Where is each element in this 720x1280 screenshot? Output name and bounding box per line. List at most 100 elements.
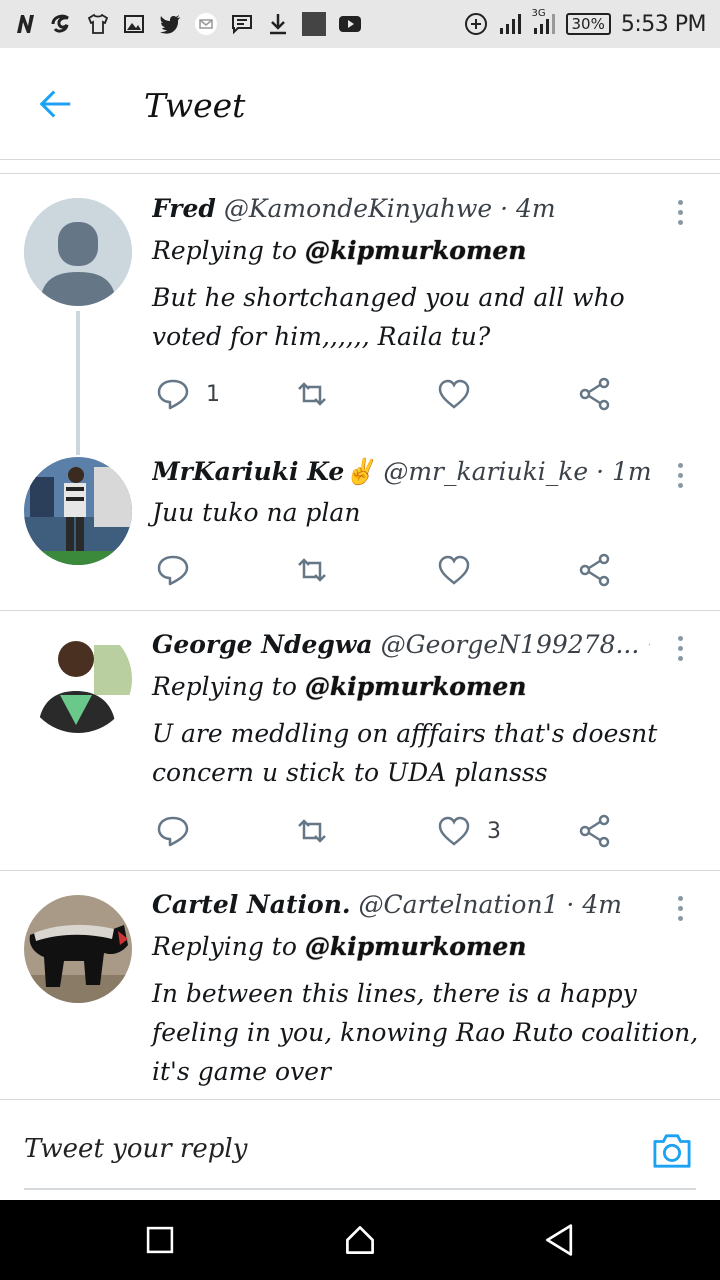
tweet-actions xyxy=(152,550,622,590)
tweet-item[interactable]: Fred @KamondeKinyahwe · 4m Replying to @… xyxy=(0,175,720,455)
tweet-text: In between this lines, there is a happy … xyxy=(152,979,699,1086)
reply-button[interactable]: 1 xyxy=(156,374,220,414)
triangle-back-icon xyxy=(546,1224,573,1256)
tweet-item[interactable]: Cartel Nation. @Cartelnation1 · 4m Reply… xyxy=(0,871,720,1099)
avatar[interactable] xyxy=(24,895,132,1003)
signal-icon xyxy=(498,12,522,36)
share-button[interactable] xyxy=(578,811,612,851)
share-icon xyxy=(579,814,610,848)
default-avatar-icon xyxy=(24,198,132,306)
tweet-text: U are meddling on afffairs that's doesnt… xyxy=(152,719,658,787)
tweet-actions: 1 xyxy=(152,374,622,414)
share-button[interactable] xyxy=(578,550,612,590)
share-icon xyxy=(579,553,610,587)
author-name[interactable]: George Ndegwa xyxy=(152,630,373,659)
home-button[interactable] xyxy=(340,1220,380,1260)
replying-to: Replying to @kipmurkomen xyxy=(152,672,526,701)
download-icon xyxy=(266,12,290,36)
reply-button[interactable] xyxy=(156,550,206,590)
recent-apps-button[interactable] xyxy=(140,1220,180,1260)
tweet-text: Juu tuko na plan xyxy=(152,498,361,527)
tweet-item[interactable]: George Ndegwa @GeorgeN199278... · 7m Rep… xyxy=(0,611,720,870)
replying-to-label: Replying to xyxy=(152,236,297,265)
replying-to: Replying to @kipmurkomen xyxy=(152,236,526,265)
retweet-icon xyxy=(298,558,326,582)
retweet-button[interactable] xyxy=(295,374,329,414)
retweet-icon xyxy=(298,819,326,843)
clock: 5:53 PM xyxy=(620,11,707,37)
retweet-button[interactable] xyxy=(295,811,329,851)
author-name[interactable]: Cartel Nation. xyxy=(152,890,351,919)
heart-icon xyxy=(438,816,470,846)
author-handle[interactable]: @mr_kariuki_ke xyxy=(383,457,588,486)
app-header: Tweet xyxy=(0,48,720,160)
network-type: 3G xyxy=(531,8,546,19)
more-options-button[interactable] xyxy=(670,194,690,230)
tweet-time: 4m xyxy=(516,194,556,223)
like-button[interactable] xyxy=(437,550,487,590)
author-handle[interactable]: @Cartelnation1 xyxy=(359,890,559,919)
like-button[interactable] xyxy=(437,374,487,414)
tshirt-icon xyxy=(86,12,110,36)
back-nav-button[interactable] xyxy=(540,1220,580,1260)
tweet-header: George Ndegwa @GeorgeN199278... · 7m xyxy=(152,630,650,666)
reply-icon xyxy=(157,555,189,586)
replying-to-label: Replying to xyxy=(152,932,297,961)
like-count: 3 xyxy=(487,818,501,844)
avatar[interactable] xyxy=(24,457,132,565)
tweet-actions: 3 xyxy=(152,811,622,851)
more-options-button[interactable] xyxy=(670,457,690,493)
notification-n-icon xyxy=(14,12,38,36)
avatar[interactable] xyxy=(24,625,132,733)
square-nav-icon xyxy=(146,1226,174,1254)
youtube-icon xyxy=(338,12,362,36)
replying-to: Replying to @kipmurkomen xyxy=(152,932,526,961)
tweet-header: Fred @KamondeKinyahwe · 4m xyxy=(152,194,556,223)
author-handle[interactable]: @GeorgeN199278... xyxy=(381,630,640,659)
twitter-icon xyxy=(158,12,182,36)
add-circle-icon xyxy=(464,12,488,36)
thread-line xyxy=(76,311,80,455)
status-bar: 3G 30% 5:53 PM xyxy=(0,0,720,48)
tweet-item[interactable]: MrKariuki Ke✌️ @mr_kariuki_ke · 1m Juu t… xyxy=(0,443,720,610)
system-nav-bar xyxy=(0,1200,720,1280)
back-button[interactable] xyxy=(34,84,78,124)
like-button[interactable]: 3 xyxy=(437,811,501,851)
signal-3g-icon: 3G xyxy=(532,8,556,36)
reply-count: 1 xyxy=(206,381,220,407)
replying-to-label: Replying to xyxy=(152,672,297,701)
camera-icon xyxy=(653,1134,691,1168)
input-underline xyxy=(24,1188,696,1190)
reply-input[interactable]: Tweet your reply xyxy=(24,1134,247,1164)
message-icon xyxy=(230,12,254,36)
camera-button[interactable] xyxy=(650,1130,694,1172)
separator-band xyxy=(0,160,720,174)
tweet-time: 1m xyxy=(612,457,650,486)
mention-link[interactable]: @kipmurkomen xyxy=(305,932,527,961)
mention-link[interactable]: @kipmurkomen xyxy=(305,236,527,265)
reply-button[interactable] xyxy=(156,811,206,851)
swirl-icon xyxy=(50,12,74,36)
mention-link[interactable]: @kipmurkomen xyxy=(305,672,527,701)
square-icon xyxy=(302,12,326,36)
reply-composer: Tweet your reply xyxy=(0,1099,720,1200)
share-button[interactable] xyxy=(578,374,612,414)
retweet-button[interactable] xyxy=(295,550,329,590)
tweet-time: 4m xyxy=(582,890,622,919)
more-options-button[interactable] xyxy=(670,630,690,666)
avatar[interactable] xyxy=(24,198,132,306)
author-name[interactable]: MrKariuki Ke✌️ xyxy=(152,457,375,486)
home-icon xyxy=(346,1226,374,1254)
arrow-left-icon xyxy=(39,90,71,118)
heart-icon xyxy=(438,555,470,585)
author-name[interactable]: Fred xyxy=(152,194,216,223)
tweet-text: But he shortchanged you and all who vote… xyxy=(152,283,625,351)
author-handle[interactable]: @KamondeKinyahwe xyxy=(224,194,492,223)
tweet-header: Cartel Nation. @Cartelnation1 · 4m xyxy=(152,890,622,919)
battery-indicator: 30% xyxy=(565,13,611,35)
reply-feed[interactable]: Fred @KamondeKinyahwe · 4m Replying to @… xyxy=(0,175,720,1099)
mail-icon xyxy=(194,12,218,36)
more-options-button[interactable] xyxy=(670,890,690,926)
reply-icon xyxy=(157,816,189,847)
share-icon xyxy=(579,377,610,411)
